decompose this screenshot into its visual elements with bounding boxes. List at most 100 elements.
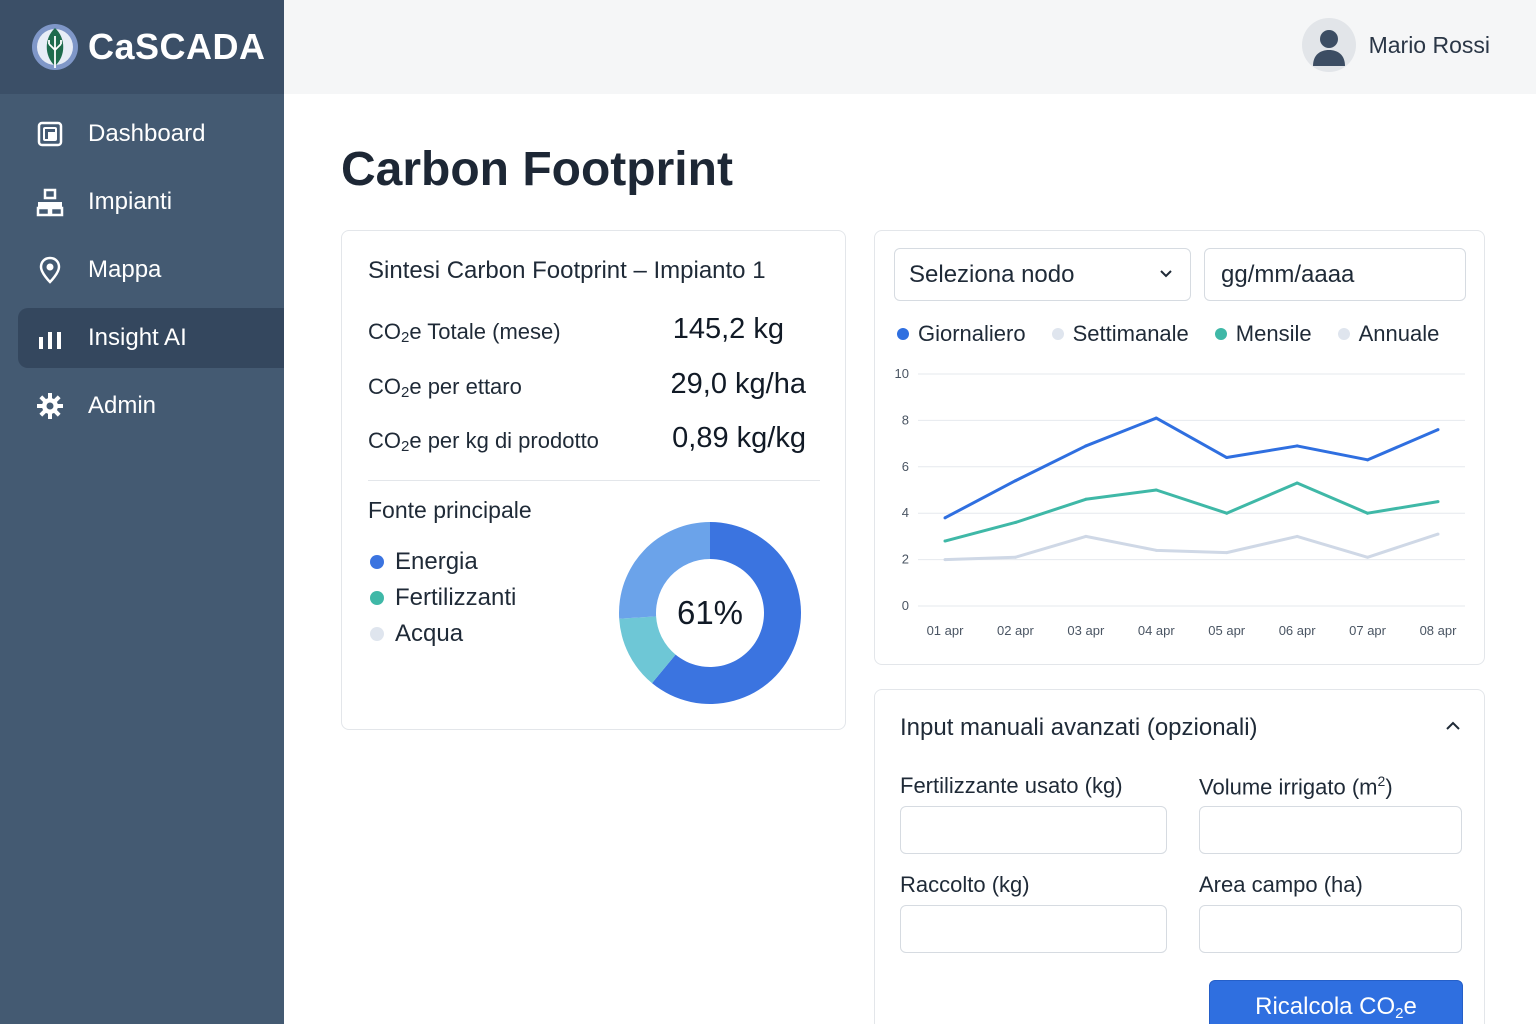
data-point (1436, 428, 1440, 432)
irrigation-label: Volume irrigato (m2) (1199, 773, 1393, 800)
data-point (1154, 416, 1158, 420)
metric-label: CO2e per ettaro (368, 374, 522, 401)
period-mensile[interactable]: Mensile (1214, 321, 1312, 347)
data-point (1225, 511, 1229, 515)
irrigation-volume-field[interactable] (1199, 806, 1462, 854)
metric-row-total: CO2e Totale (mese) 145,2 kg (368, 311, 818, 351)
harvest-field[interactable] (900, 905, 1167, 953)
inputs-title: Input manuali avanzati (opzionali) (900, 714, 1258, 741)
source-legend: Energia Fertilizzanti Acqua (370, 544, 516, 652)
data-point (1084, 534, 1088, 538)
harvest-label: Raccolto (kg) (900, 872, 1030, 897)
legend-dot (897, 328, 909, 340)
data-point (943, 516, 947, 520)
legend-dot (370, 627, 384, 641)
data-point (1013, 479, 1017, 483)
sidebar-item-mappa[interactable]: Mappa (18, 240, 284, 300)
series-line-3 (944, 532, 1439, 562)
summary-card: Sintesi Carbon Footprint – Impianto 1 CO… (341, 230, 846, 730)
donut-center-label: 61% (676, 594, 744, 631)
data-point (1013, 555, 1017, 559)
top-header: Mario Rossi (284, 0, 1536, 94)
page-title: Carbon Footprint (341, 143, 733, 196)
user-name: Mario Rossi (1368, 31, 1490, 58)
period-label: Giornaliero (918, 321, 1026, 346)
period-annuale[interactable]: Annuale (1337, 321, 1439, 347)
data-point (1154, 548, 1158, 552)
data-point (1436, 500, 1440, 504)
area-label: Area campo (ha) (1199, 872, 1363, 897)
legend-dot (1051, 328, 1064, 340)
y-tick-label: 6 (902, 459, 909, 474)
legend-item-energia: Energia (370, 544, 516, 580)
x-tick-label: 07 apr (1349, 623, 1387, 638)
data-point (1084, 444, 1088, 448)
button-sub: 2 (1395, 1005, 1404, 1022)
node-select[interactable]: Seleziona nodo (894, 248, 1191, 301)
metric-label: CO2e per kg di prodotto (368, 428, 599, 455)
period-settimanale[interactable]: Settimanale (1051, 321, 1189, 347)
advanced-inputs-card: Input manuali avanzati (opzionali) Ferti… (874, 689, 1485, 1024)
data-point (1154, 488, 1158, 492)
x-tick-label: 03 apr (1067, 623, 1105, 638)
bar-chart-icon (34, 322, 66, 354)
y-tick-label: 2 (902, 552, 909, 567)
series-line-2 (944, 481, 1439, 543)
x-tick-label: 08 apr (1420, 623, 1458, 638)
data-point (1366, 458, 1370, 462)
sidebar-item-admin[interactable]: Admin (18, 376, 284, 436)
app-name: CaSCADA (88, 26, 266, 67)
legend-dot (1214, 328, 1227, 340)
x-tick-label: 01 apr (927, 623, 965, 638)
button-text: Ricalcola CO (1255, 993, 1396, 1020)
data-point (943, 539, 947, 543)
date-input[interactable]: gg/mm/aaaa (1204, 248, 1466, 301)
user-menu[interactable]: Mario Rossi (1301, 18, 1490, 72)
sidebar-item-insight-ai[interactable]: Insight AI (18, 308, 284, 368)
legend-dot (370, 591, 384, 605)
data-point (1084, 497, 1088, 501)
chevron-up-icon[interactable] (1444, 717, 1462, 735)
data-point (1295, 481, 1299, 485)
recalculate-button[interactable]: Ricalcola CO2e (1209, 980, 1463, 1024)
node-select-value: Seleziona nodo (909, 261, 1075, 288)
legend-dot (370, 555, 384, 569)
fertilizer-field[interactable] (900, 806, 1167, 854)
x-tick-label: 06 apr (1279, 623, 1317, 638)
period-label: Mensile (1235, 321, 1312, 346)
data-point (943, 558, 947, 562)
irrigation-label-text: ) (1385, 774, 1393, 800)
data-point (1366, 511, 1370, 515)
y-tick-label: 8 (902, 412, 909, 427)
metric-label-text: e per ettaro (409, 374, 522, 399)
period-giornaliero[interactable]: Giornaliero (897, 321, 1026, 347)
metric-label: CO2e Totale (mese) (368, 319, 561, 346)
chevron-down-icon (1160, 270, 1172, 278)
period-label: Settimanale (1072, 321, 1189, 346)
data-point (1436, 532, 1440, 536)
divider (368, 480, 820, 481)
sidebar-item-dashboard[interactable]: Dashboard (18, 104, 284, 164)
y-tick-label: 10 (895, 366, 909, 381)
sidebar-item-impianti[interactable]: Impianti (18, 172, 284, 232)
metric-label-text: e per kg di prodotto (409, 428, 599, 453)
map-pin-icon (34, 254, 66, 286)
chart-card: Seleziona nodo gg/mm/aaaa Giornaliero Se… (874, 230, 1485, 665)
dashboard-icon (34, 118, 66, 150)
sidebar-nav: Dashboard Impianti Mappa Insight AI Admi… (0, 104, 284, 436)
metric-row-per-kg: CO2e per kg di prodotto 0,89 kg/kg (368, 420, 818, 460)
legend-item-fertilizzanti: Fertilizzanti (370, 580, 516, 616)
user-icon (1312, 30, 1345, 66)
x-tick-label: 04 apr (1138, 623, 1176, 638)
summary-title: Sintesi Carbon Footprint – Impianto 1 (368, 257, 766, 284)
data-point (1013, 520, 1017, 524)
y-tick-label: 4 (902, 505, 909, 520)
period-selector: Giornaliero Settimanale Mensile Annuale (897, 321, 1439, 347)
line-chart: 0 2 4 6 8 10 01 apr 02 apr 03 apr 04 apr 05 apr 06 … (895, 366, 1465, 638)
metric-value: 0,89 kg/kg (672, 422, 806, 454)
brand[interactable]: CaSCADA (0, 0, 284, 94)
metric-value: 145,2 kg (672, 313, 784, 345)
area-field[interactable] (1199, 905, 1462, 953)
legend-dot (1337, 328, 1350, 340)
button-text: e (1403, 993, 1417, 1020)
